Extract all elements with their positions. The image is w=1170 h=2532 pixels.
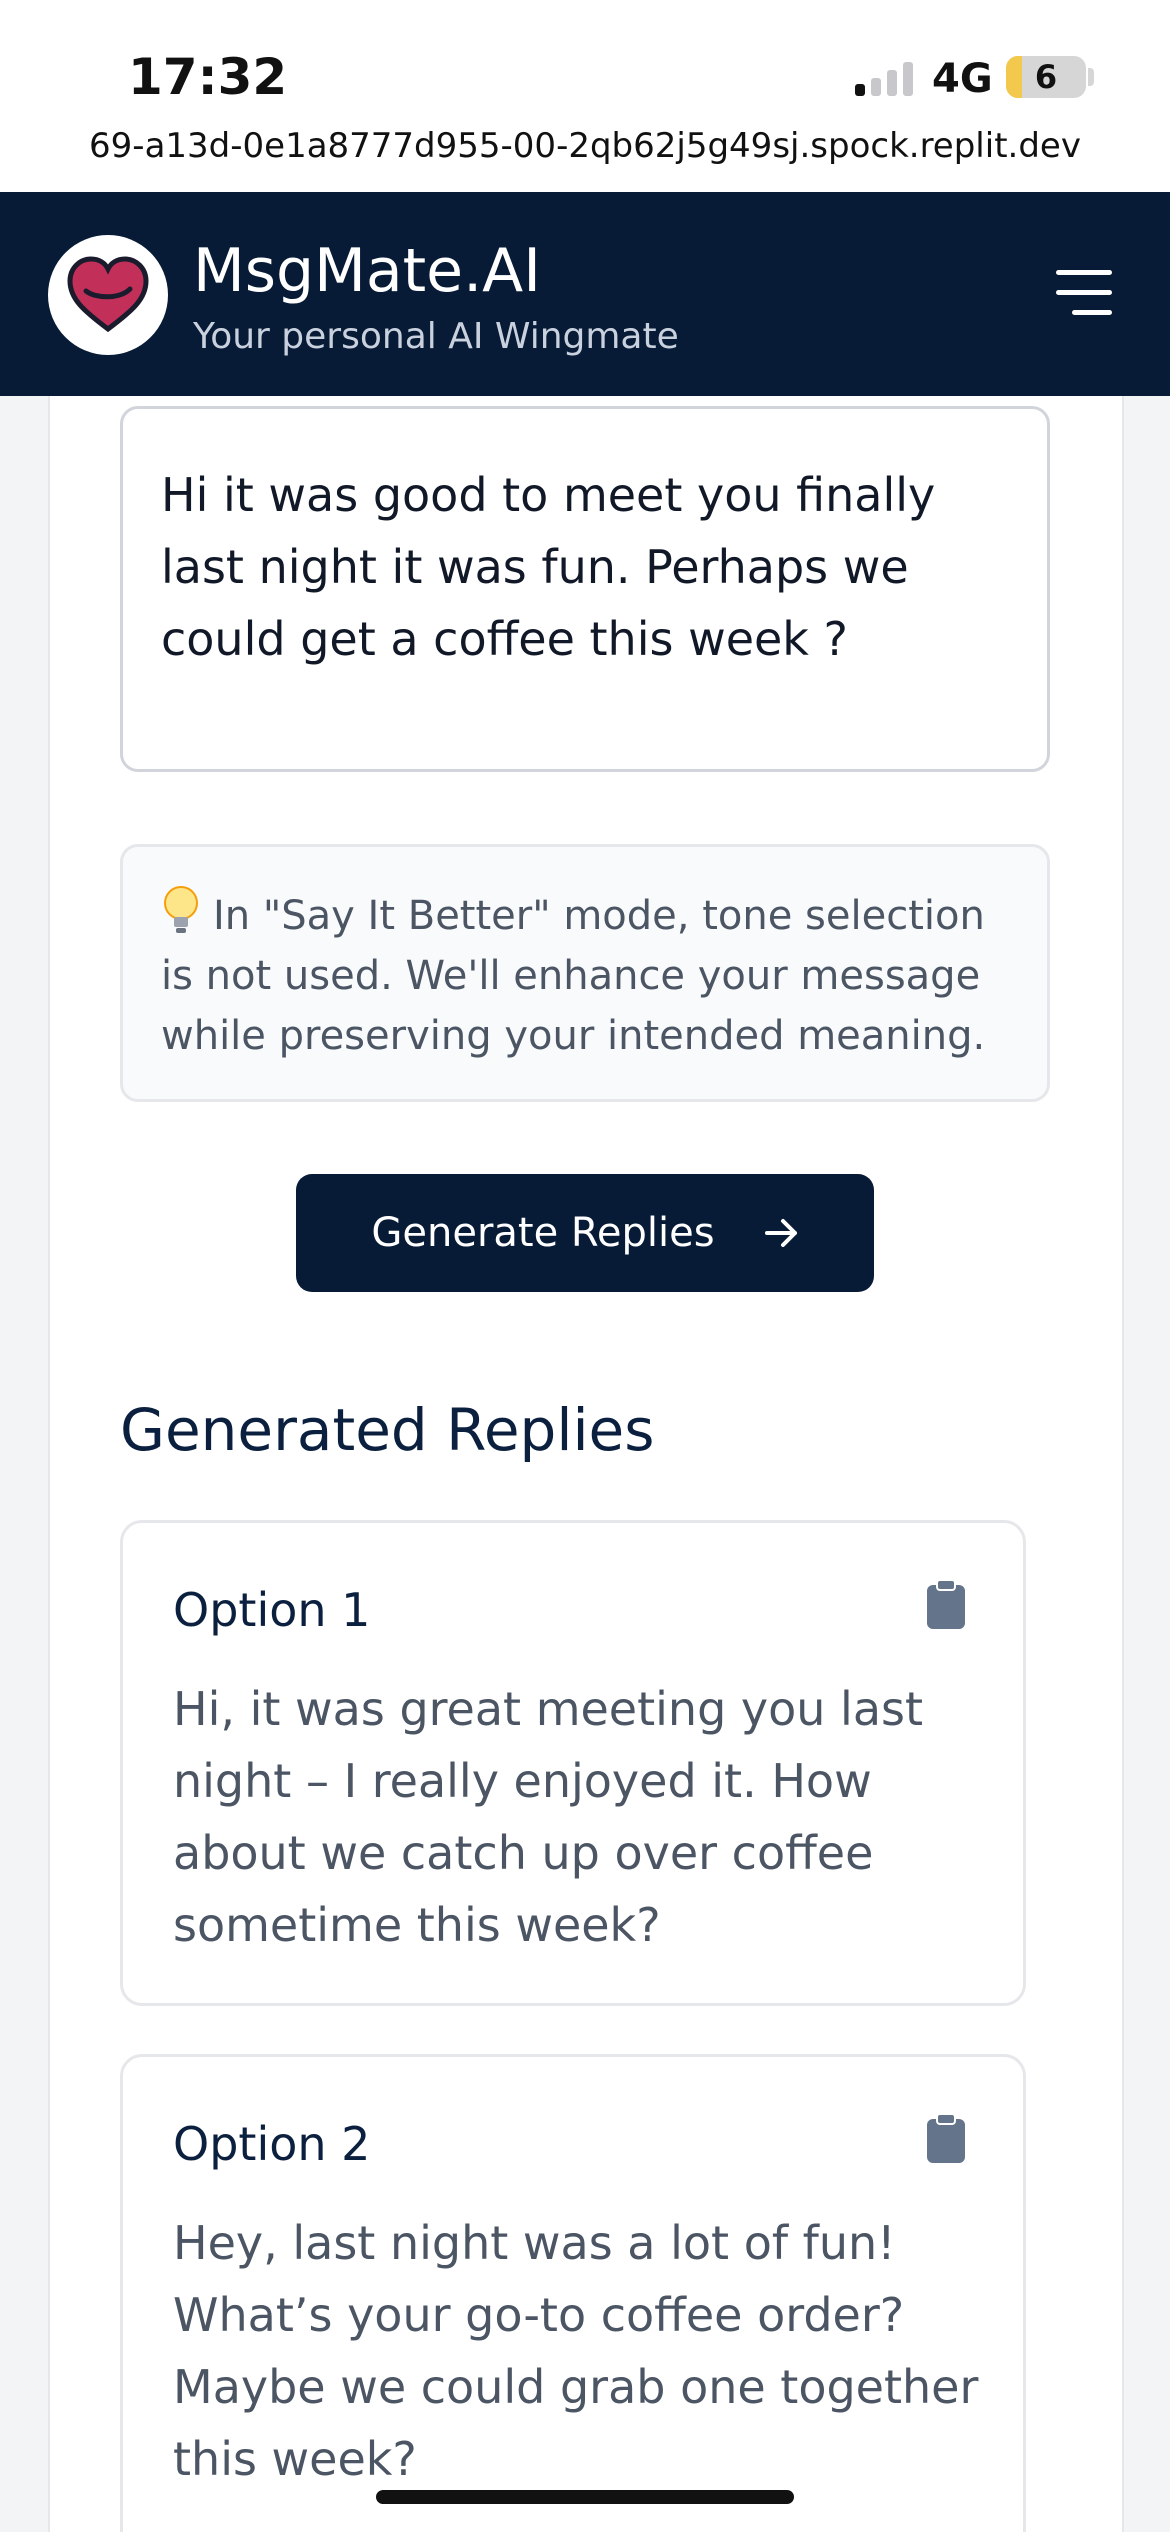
app-header: MsgMate.AI Your personal AI Wingmate [0, 192, 1170, 396]
battery-icon: 6 [1006, 56, 1086, 98]
network-type: 4G [932, 56, 993, 102]
reply-text: Hey, last night was a lot of fun! What’s… [173, 2216, 979, 2486]
generate-replies-label: Generate Replies [371, 1210, 715, 1256]
info-text: In "Say It Better" mode, tone selection … [161, 893, 986, 1059]
app-logo[interactable] [48, 235, 168, 355]
battery-tip [1088, 68, 1094, 86]
battery-level: 6 [1034, 58, 1058, 96]
reply-card: Option 2 Hey, last night was a lot of fu… [120, 2054, 1026, 2532]
lightbulb-icon [164, 886, 198, 933]
clipboard-copy-icon[interactable] [925, 2113, 967, 2165]
info-note: In "Say It Better" mode, tone selection … [120, 844, 1050, 1102]
clipboard-copy-icon[interactable] [925, 1579, 967, 1631]
url-text[interactable]: 69-a13d-0e1a8777d955-00-2qb62j5g49sj.spo… [0, 126, 1170, 166]
status-bar: 17:32 4G 6 [0, 0, 1170, 130]
signal-icon [855, 62, 913, 96]
option-label: Option 2 [173, 2117, 371, 2171]
arrow-right-icon [764, 1219, 797, 1247]
heart-logo-icon [67, 256, 149, 333]
option-label: Option 1 [173, 1583, 371, 1637]
status-time: 17:32 [128, 48, 288, 106]
hamburger-menu-icon[interactable] [1050, 270, 1112, 318]
generate-replies-button[interactable]: Generate Replies [296, 1174, 874, 1292]
generated-replies-title: Generated Replies [120, 1396, 655, 1464]
message-input[interactable]: Hi it was good to meet you finally last … [120, 406, 1050, 772]
reply-card: Option 1 Hi, it was great meeting you la… [120, 1520, 1026, 2006]
app-title: MsgMate.AI [193, 236, 541, 306]
home-indicator[interactable] [376, 2490, 794, 2504]
reply-text: Hi, it was great meeting you last night … [173, 1682, 924, 1952]
app-subtitle: Your personal AI Wingmate [193, 316, 679, 357]
